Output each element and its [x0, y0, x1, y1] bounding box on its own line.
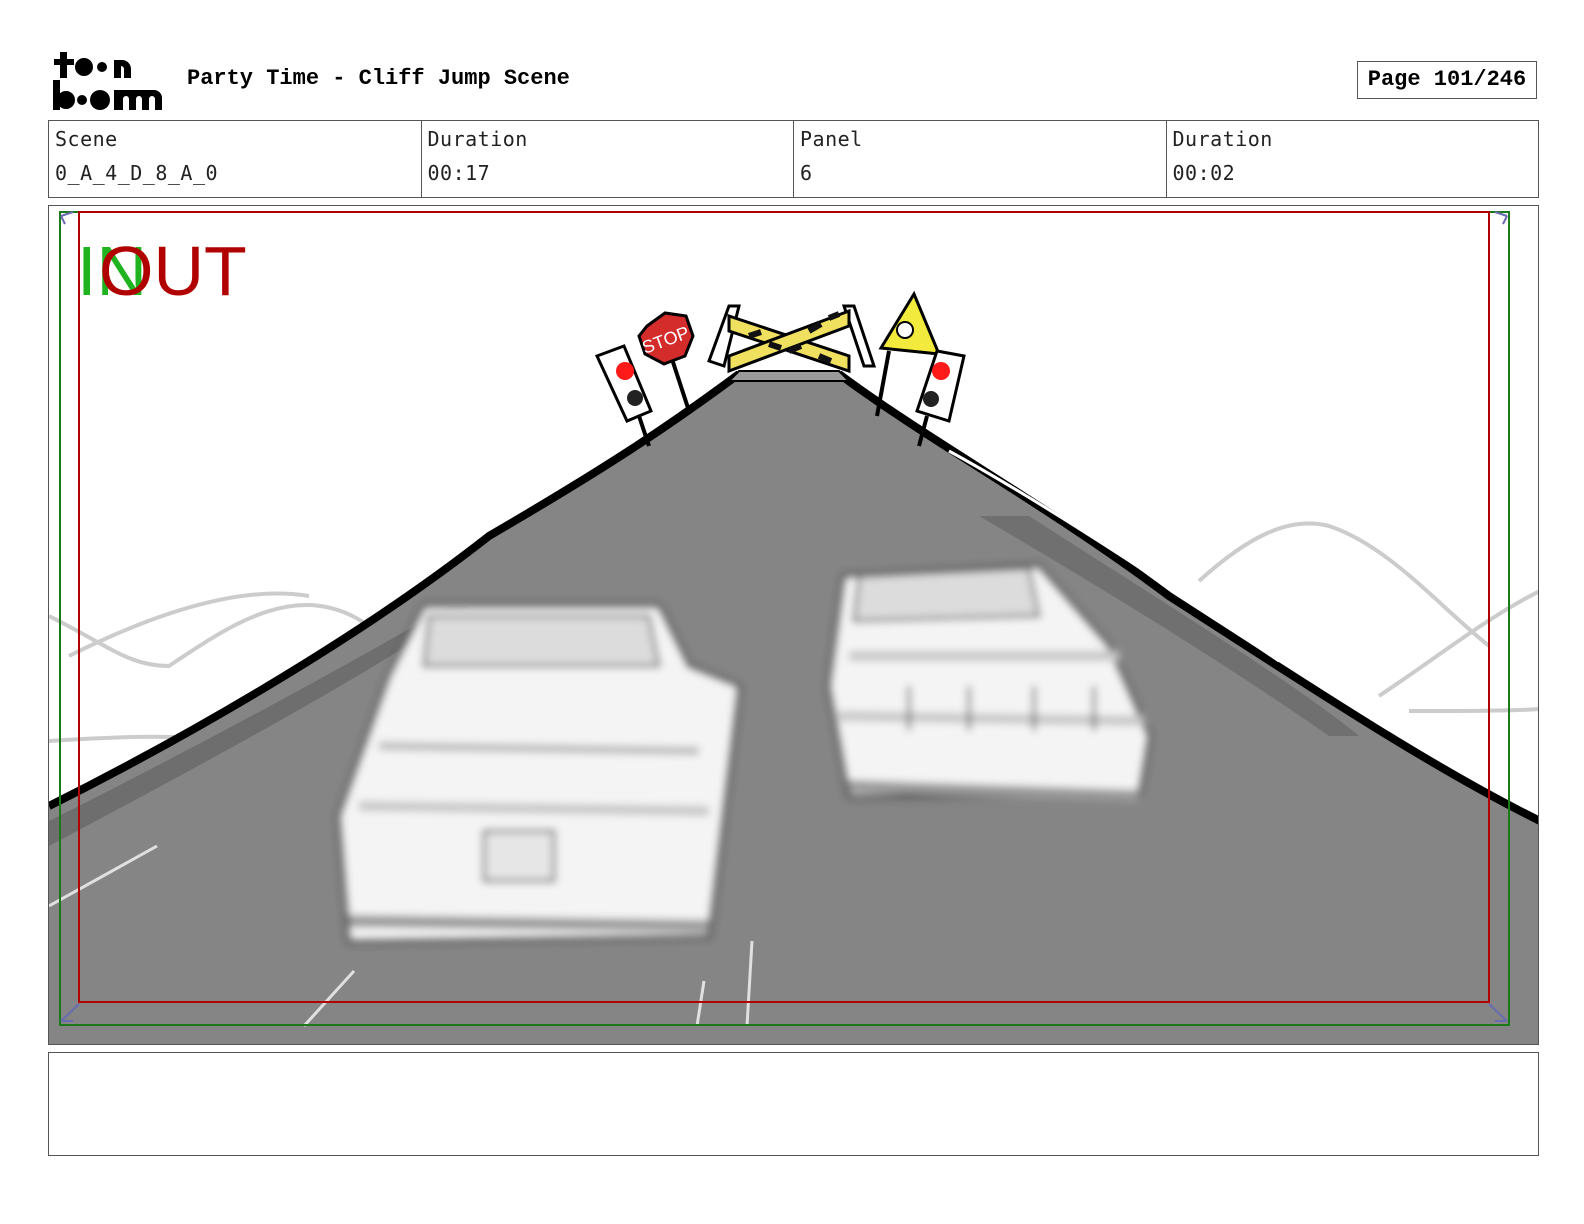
document-title: Party Time - Cliff Jump Scene	[187, 66, 570, 91]
storyboard-panel: STOP IN OUT	[48, 205, 1539, 1045]
info-value: 00:17	[427, 161, 491, 185]
page-indicator: Page 101/246	[1357, 61, 1537, 99]
info-value: 0_A_4_D_8_A_0	[55, 161, 219, 185]
traffic-light-left	[594, 344, 653, 447]
out-marker: OUT	[99, 232, 247, 310]
info-cell-scene: Scene 0_A_4_D_8_A_0	[49, 121, 422, 197]
signal-light-off	[923, 391, 939, 407]
barrier	[707, 304, 877, 382]
info-label: Duration	[1172, 127, 1273, 151]
info-cell-scene-duration: Duration 00:17	[422, 121, 794, 197]
info-value: 6	[800, 161, 813, 185]
signal-light-off	[627, 390, 643, 406]
traffic-light-right	[915, 349, 966, 447]
skull-icon	[896, 321, 914, 339]
stop-sign: STOP	[637, 311, 695, 412]
signal-light-red	[616, 362, 634, 380]
signal-light-red	[932, 362, 950, 380]
info-label: Scene	[55, 127, 118, 151]
info-cell-panel-duration: Duration 00:02	[1167, 121, 1539, 197]
panel-notes-box	[48, 1052, 1539, 1156]
panel-drawing: STOP	[49, 211, 1538, 1044]
car-left	[336, 604, 742, 944]
info-label: Duration	[427, 127, 528, 151]
info-cell-panel: Panel 6	[794, 121, 1167, 197]
info-table: Scene 0_A_4_D_8_A_0 Duration 00:17 Panel…	[48, 120, 1539, 198]
toonboom-logo-icon	[53, 52, 162, 110]
info-label: Panel	[800, 127, 863, 151]
toonboom-logo	[52, 50, 164, 112]
info-value: 00:02	[1172, 161, 1236, 185]
